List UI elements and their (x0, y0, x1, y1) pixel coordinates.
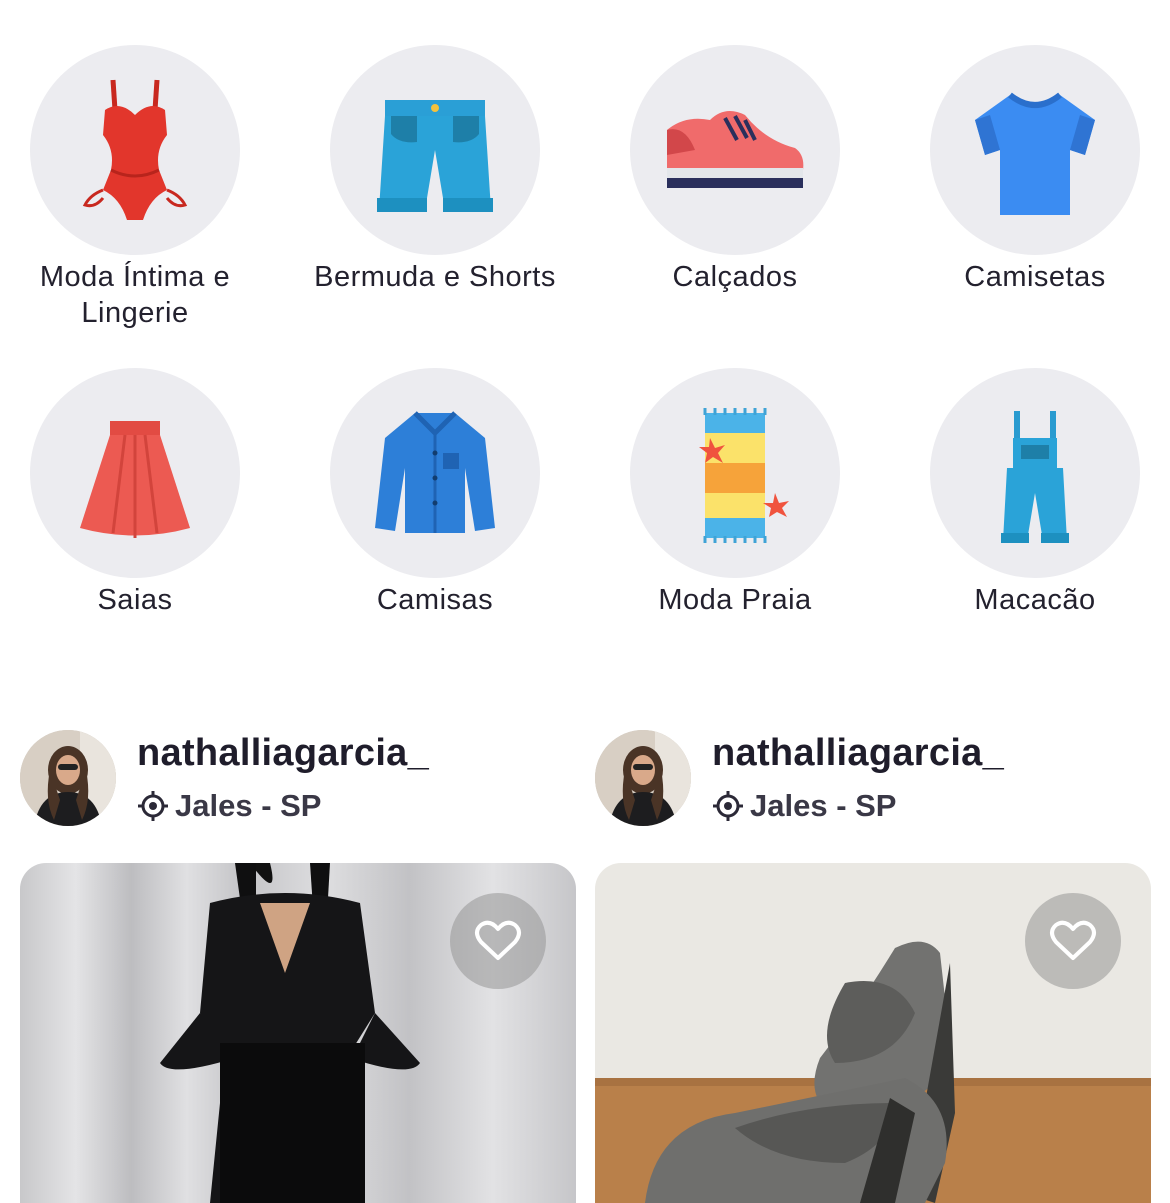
seller-header[interactable]: nathalliagarcia_ Jales - SP (595, 730, 1151, 830)
location-text: Jales - SP (750, 788, 897, 823)
category-lingerie[interactable]: Moda Íntima e Lingerie (5, 45, 265, 331)
beach-towel-icon (630, 368, 840, 578)
category-label: Bermuda e Shorts (314, 261, 556, 293)
category-shoes[interactable]: Calçados (605, 45, 865, 295)
heart-icon (475, 920, 521, 960)
category-label: Moda Íntima e Lingerie (39, 261, 231, 329)
seller-username[interactable]: nathalliagarcia_ (137, 732, 429, 775)
category-shorts[interactable]: Bermuda e Shorts (305, 45, 565, 295)
lingerie-icon (30, 45, 240, 255)
skirt-icon (30, 368, 240, 578)
tshirt-icon (930, 45, 1140, 255)
seller-location: Jales - SP (712, 788, 896, 824)
product-card[interactable]: nathalliagarcia_ Jales - SP (20, 730, 576, 1203)
avatar[interactable] (595, 730, 691, 826)
category-label: Camisas (376, 584, 494, 616)
category-label: Macacão (974, 584, 1096, 616)
seller-location: Jales - SP (137, 788, 321, 824)
favorite-button[interactable] (1025, 893, 1121, 989)
seller-header[interactable]: nathalliagarcia_ Jales - SP (20, 730, 576, 830)
location-target-icon (713, 791, 743, 821)
category-label: Saias (97, 584, 173, 616)
category-label: Calçados (672, 261, 798, 293)
category-skirts[interactable]: Saias (5, 368, 265, 618)
favorite-button[interactable] (450, 893, 546, 989)
seller-username[interactable]: nathalliagarcia_ (712, 732, 1004, 775)
category-overalls[interactable]: Macacão (905, 368, 1165, 618)
product-photo[interactable] (20, 863, 576, 1203)
category-shirts[interactable]: Camisas (305, 368, 565, 618)
heart-icon (1050, 920, 1096, 960)
shorts-icon (330, 45, 540, 255)
avatar[interactable] (20, 730, 116, 826)
sneaker-icon (630, 45, 840, 255)
product-card[interactable]: nathalliagarcia_ Jales - SP (595, 730, 1151, 1203)
category-tshirts[interactable]: Camisetas (905, 45, 1165, 295)
category-label: Camisetas (964, 261, 1106, 293)
category-label: Moda Praia (658, 584, 812, 616)
overalls-icon (930, 368, 1140, 578)
shirt-icon (330, 368, 540, 578)
location-text: Jales - SP (175, 788, 322, 823)
location-target-icon (138, 791, 168, 821)
category-beachwear[interactable]: Moda Praia (605, 368, 865, 618)
product-photo[interactable] (595, 863, 1151, 1203)
